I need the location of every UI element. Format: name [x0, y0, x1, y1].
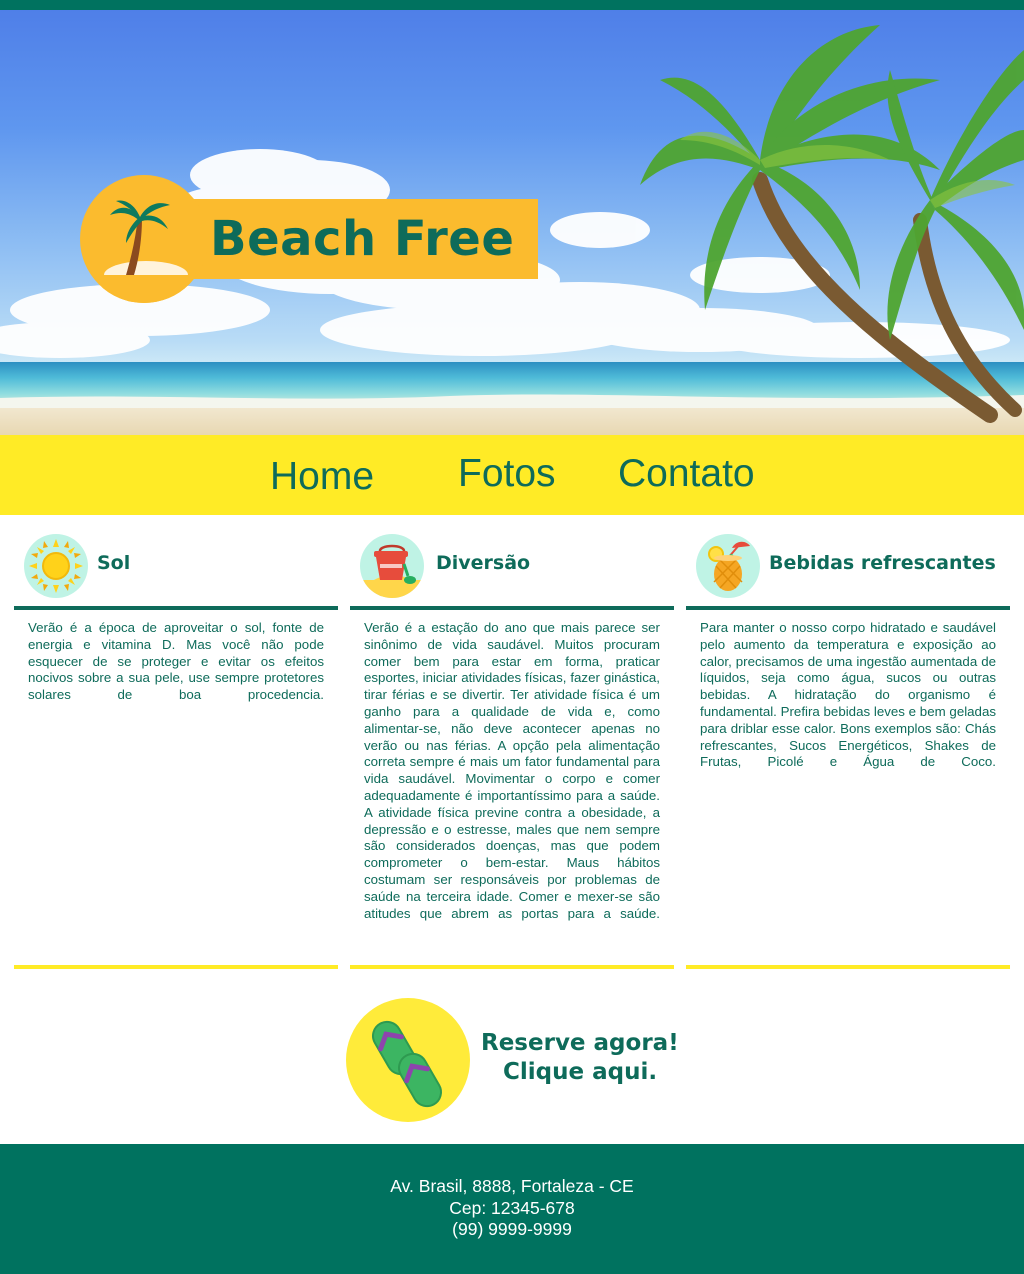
- feature-title: Sol: [97, 552, 131, 574]
- footer-cep: Cep: 12345-678: [449, 1197, 575, 1218]
- nav-fotos-link[interactable]: Fotos: [458, 452, 556, 496]
- site-title: Beach Free: [210, 211, 515, 267]
- hero-banner: Beach Free: [0, 10, 1024, 435]
- feature-text: Verão é a época de aproveitar o sol, fon…: [28, 620, 324, 703]
- feature-text: Verão é a estação do ano que mais parece…: [364, 620, 660, 921]
- cta-line-1[interactable]: Reserve agora!: [481, 1030, 679, 1056]
- feature-bottom-rule: [686, 965, 1010, 969]
- feature-text: Para manter o nosso corpo hidratado e sa…: [700, 620, 996, 770]
- pineapple-drink-icon: [696, 534, 760, 598]
- sand-bucket-icon: [360, 534, 424, 598]
- nav-home-link[interactable]: Home: [270, 455, 374, 499]
- footer-address: Av. Brasil, 8888, Fortaleza - CE: [390, 1176, 634, 1196]
- feature-divider: [350, 606, 674, 610]
- top-accent-bar: [0, 0, 1024, 10]
- footer-phone: (99) 9999-9999: [452, 1219, 572, 1239]
- reserve-button[interactable]: Reserve agora! Clique aqui.: [346, 998, 706, 1122]
- cta-line-2[interactable]: Clique aqui.: [503, 1059, 657, 1085]
- site-logo[interactable]: Beach Free: [80, 175, 540, 303]
- main-navigation: Home Fotos Contato: [0, 435, 1024, 515]
- feature-title: Diversão: [436, 552, 531, 574]
- nav-contato-link[interactable]: Contato: [618, 452, 755, 496]
- flip-flops-icon: [346, 998, 470, 1122]
- feature-bottom-rule: [14, 965, 338, 969]
- site-footer: Av. Brasil, 8888, Fortaleza - CE Cep: 12…: [0, 1144, 1024, 1274]
- feature-divider: [686, 606, 1010, 610]
- palm-island-icon: [80, 175, 208, 303]
- feature-divider: [14, 606, 338, 610]
- feature-title: Bebidas refrescantes: [769, 552, 996, 574]
- sun-icon: [24, 534, 88, 598]
- feature-bottom-rule: [350, 965, 674, 969]
